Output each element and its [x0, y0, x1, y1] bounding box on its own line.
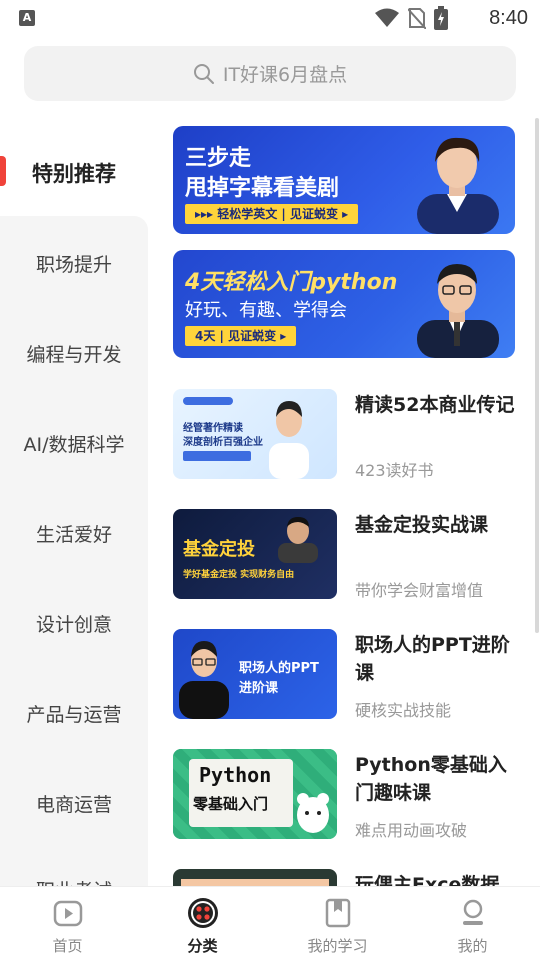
nav-profile-label: 我的	[457, 937, 488, 955]
no-sim-icon	[408, 8, 426, 29]
user-icon	[463, 899, 483, 925]
banner-tag: ▸▸▸ 轻松学英文 | 见证蜕变 ▸	[185, 204, 359, 224]
nav-my-learning-label: 我的学习	[307, 937, 368, 955]
course-item[interactable]: 基金定投 学好基金定投 实现财务自由 基金定投实战课 带你学会财富增值	[173, 509, 515, 601]
home-play-icon	[53, 900, 83, 927]
nav-my-learning[interactable]: 我的学习	[270, 887, 405, 961]
search-bar[interactable]: IT好课6月盘点	[24, 46, 516, 101]
banner-title: 4天轻松入门python	[185, 270, 398, 295]
category-ecommerce[interactable]: 电商运营	[0, 790, 148, 817]
nav-home[interactable]: 首页	[0, 887, 135, 961]
presenter-photo	[417, 137, 499, 234]
course-thumbnail: 基金定投 学好基金定投 实现财务自由	[173, 509, 337, 599]
category-design[interactable]: 设计创意	[0, 610, 148, 637]
course-item[interactable]: 玩偶主Exce数据	[173, 869, 515, 886]
course-item[interactable]: Python 零基础入门 Python零基础入门趣味课 难点用动画攻破	[173, 749, 515, 841]
banner-tag: 4天 | 见证蜕变 ▸	[185, 326, 297, 346]
banner-subtitle: 好玩、有趣、学得会	[185, 300, 347, 321]
category-featured[interactable]: 特别推荐	[0, 158, 148, 188]
category-grid-icon	[188, 898, 218, 928]
battery-charging-icon	[434, 6, 448, 30]
bottom-navigation: 首页 分类 我的学习 我的	[0, 886, 540, 961]
category-exam[interactable]: 职业考试	[0, 876, 148, 886]
course-subtitle: 423读好书	[355, 461, 434, 480]
course-subtitle: 难点用动画攻破	[355, 821, 468, 840]
course-thumbnail	[173, 869, 337, 886]
presenter-photo	[417, 264, 499, 358]
course-thumbnail: 经管著作精读 深度剖析百强企业	[173, 389, 337, 479]
course-subtitle: 硬核实战技能	[355, 701, 452, 720]
banner-subtitle: 甩掉字幕看美剧	[185, 176, 340, 201]
category-programming[interactable]: 编程与开发	[0, 340, 148, 367]
search-icon	[193, 63, 214, 84]
category-lifestyle[interactable]: 生活爱好	[0, 520, 148, 547]
banner-title: 三步走	[185, 146, 252, 171]
status-bar: A 8:40	[0, 0, 540, 36]
course-title: Python零基础入门趣味课	[355, 754, 507, 804]
search-placeholder: IT好课6月盘点	[222, 64, 348, 86]
nav-category-label: 分类	[187, 937, 218, 955]
course-item[interactable]: 经管著作精读 深度剖析百强企业 精读52本商业传记 423读好书	[173, 389, 515, 481]
course-thumbnail: Python 零基础入门	[173, 749, 337, 839]
bookmark-book-icon	[325, 898, 351, 928]
wifi-icon	[375, 8, 399, 27]
category-ai-data[interactable]: AI/数据科学	[0, 430, 148, 457]
course-title: 精读52本商业传记	[355, 394, 515, 416]
status-time: 8:40	[489, 7, 528, 29]
course-title: 玩偶主Exce数据	[355, 874, 500, 886]
course-title: 基金定投实战课	[355, 514, 489, 536]
course-item[interactable]: 职场人的PPT 进阶课 职场人的PPT进阶课 硬核实战技能	[173, 629, 515, 721]
nav-profile[interactable]: 我的	[405, 887, 540, 961]
promo-banner-python[interactable]: 4天轻松入门python 好玩、有趣、学得会 4天 | 见证蜕变 ▸	[173, 250, 515, 358]
category-sidebar: 特别推荐 职场提升 编程与开发 AI/数据科学 生活爱好 设计创意 产品与运营 …	[0, 126, 148, 886]
category-product-ops[interactable]: 产品与运营	[0, 700, 148, 727]
app-notification-icon: A	[19, 10, 35, 26]
promo-banner-english[interactable]: 三步走 甩掉字幕看美剧 ▸▸▸ 轻松学英文 | 见证蜕变 ▸	[173, 126, 515, 234]
content-scrollbar[interactable]	[535, 118, 539, 633]
course-thumbnail: 职场人的PPT 进阶课	[173, 629, 337, 719]
category-career[interactable]: 职场提升	[0, 250, 148, 277]
status-icons	[374, 6, 448, 30]
course-subtitle: 带你学会财富增值	[355, 581, 484, 600]
course-title: 职场人的PPT进阶课	[355, 634, 510, 684]
nav-home-label: 首页	[52, 937, 83, 955]
nav-category[interactable]: 分类	[135, 887, 270, 961]
